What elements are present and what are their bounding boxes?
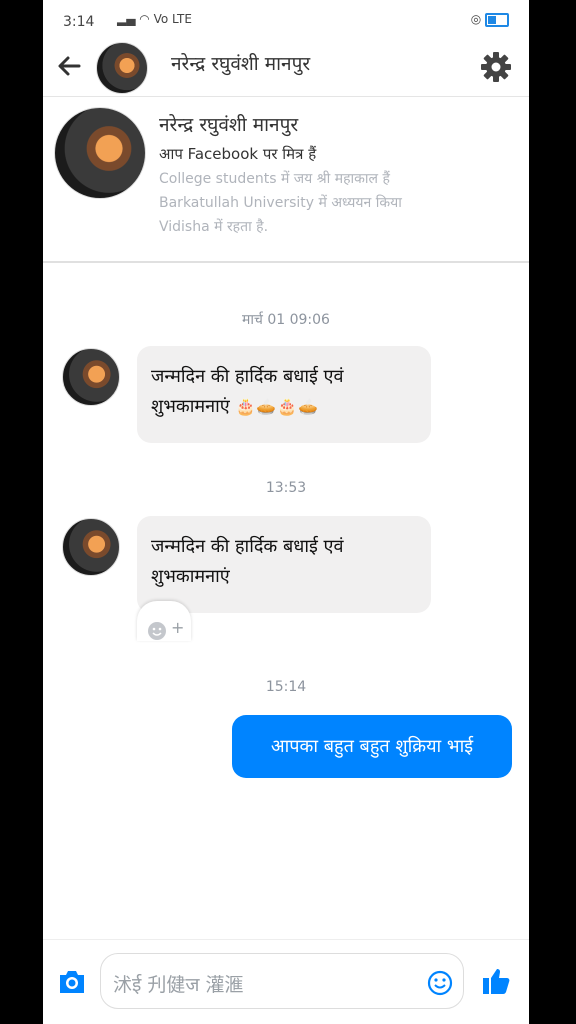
friend-status: आप Facebook पर मित्र हैं	[159, 145, 317, 163]
reaction-plus: +	[171, 618, 185, 637]
chat-header: नरेन्द्र रघुवंशी मानपुर	[43, 40, 529, 97]
incoming-message-bubble[interactable]: जन्मदिन की हार्दिक बधाई एवं शुभकामनाएं	[137, 516, 431, 613]
header-avatar[interactable]	[96, 42, 148, 94]
message-composer: 沭ई 刋健ज 灌滙	[43, 939, 529, 1024]
camera-icon[interactable]	[57, 968, 87, 996]
message-text: शुभकामनाएं	[151, 396, 230, 417]
incoming-message-bubble[interactable]: जन्मदिन की हार्दिक बधाई एवं शुभकामनाएं 🎂…	[137, 346, 431, 443]
cake-emoji-icons: 🎂🥧🎂🥧	[235, 397, 320, 416]
profile-detail: Barkatullah University में अध्ययन किया	[159, 195, 402, 211]
message-text-line2: शुभकामनाएं 🎂🥧🎂🥧	[151, 392, 417, 422]
input-placeholder: 沭ई 刋健ज 灌滙	[113, 974, 244, 996]
status-bar: 3:14 ▂▄ ◠ Vo LTE ◎	[43, 0, 529, 44]
profile-detail: College students में जय श्री महाकाल हैं	[159, 171, 390, 187]
profile-card: नरेन्द्र रघुवंशी मानपुर आप Facebook पर म…	[43, 97, 529, 263]
status-time: 3:14	[63, 14, 95, 30]
gear-icon[interactable]	[479, 50, 513, 84]
add-reaction-button[interactable]: +	[137, 601, 191, 641]
message-timestamp: मार्च 01 09:06	[242, 312, 330, 328]
message-text: जन्मदिन की हार्दिक बधाई एवं	[151, 366, 344, 387]
message-timestamp: 13:53	[265, 480, 307, 496]
profile-name[interactable]: नरेन्द्र रघुवंशी मानपुर	[159, 111, 298, 137]
thumbs-up-icon[interactable]	[481, 966, 511, 996]
message-input[interactable]: 沭ई 刋健ज 灌滙	[100, 953, 464, 1009]
emoji-icon[interactable]	[427, 970, 453, 996]
sender-avatar[interactable]	[62, 348, 120, 406]
message-timestamp: 15:14	[265, 679, 307, 695]
outgoing-message-bubble[interactable]: आपका बहुत बहुत शुक्रिया भाई	[232, 715, 512, 778]
back-arrow-icon[interactable]	[55, 52, 83, 80]
network-label: Vo LTE	[153, 12, 192, 26]
signal-wifi-icon: ▂▄ ◠ Vo LTE	[117, 12, 192, 26]
smiley-reaction-icon	[148, 622, 166, 640]
profile-avatar[interactable]	[54, 107, 146, 199]
messenger-screen: 3:14 ▂▄ ◠ Vo LTE ◎ नरेन्द्र रघुवंशी मानप…	[43, 0, 529, 1024]
chat-title[interactable]: नरेन्द्र रघुवंशी मानपुर	[171, 50, 310, 76]
profile-detail: Vidisha में रहता है.	[159, 219, 269, 235]
battery-icon: ◎	[471, 12, 509, 27]
message-text: जन्मदिन की हार्दिक बधाई एवं	[151, 536, 344, 557]
sender-avatar[interactable]	[62, 518, 120, 576]
message-text: शुभकामनाएं	[151, 566, 230, 587]
